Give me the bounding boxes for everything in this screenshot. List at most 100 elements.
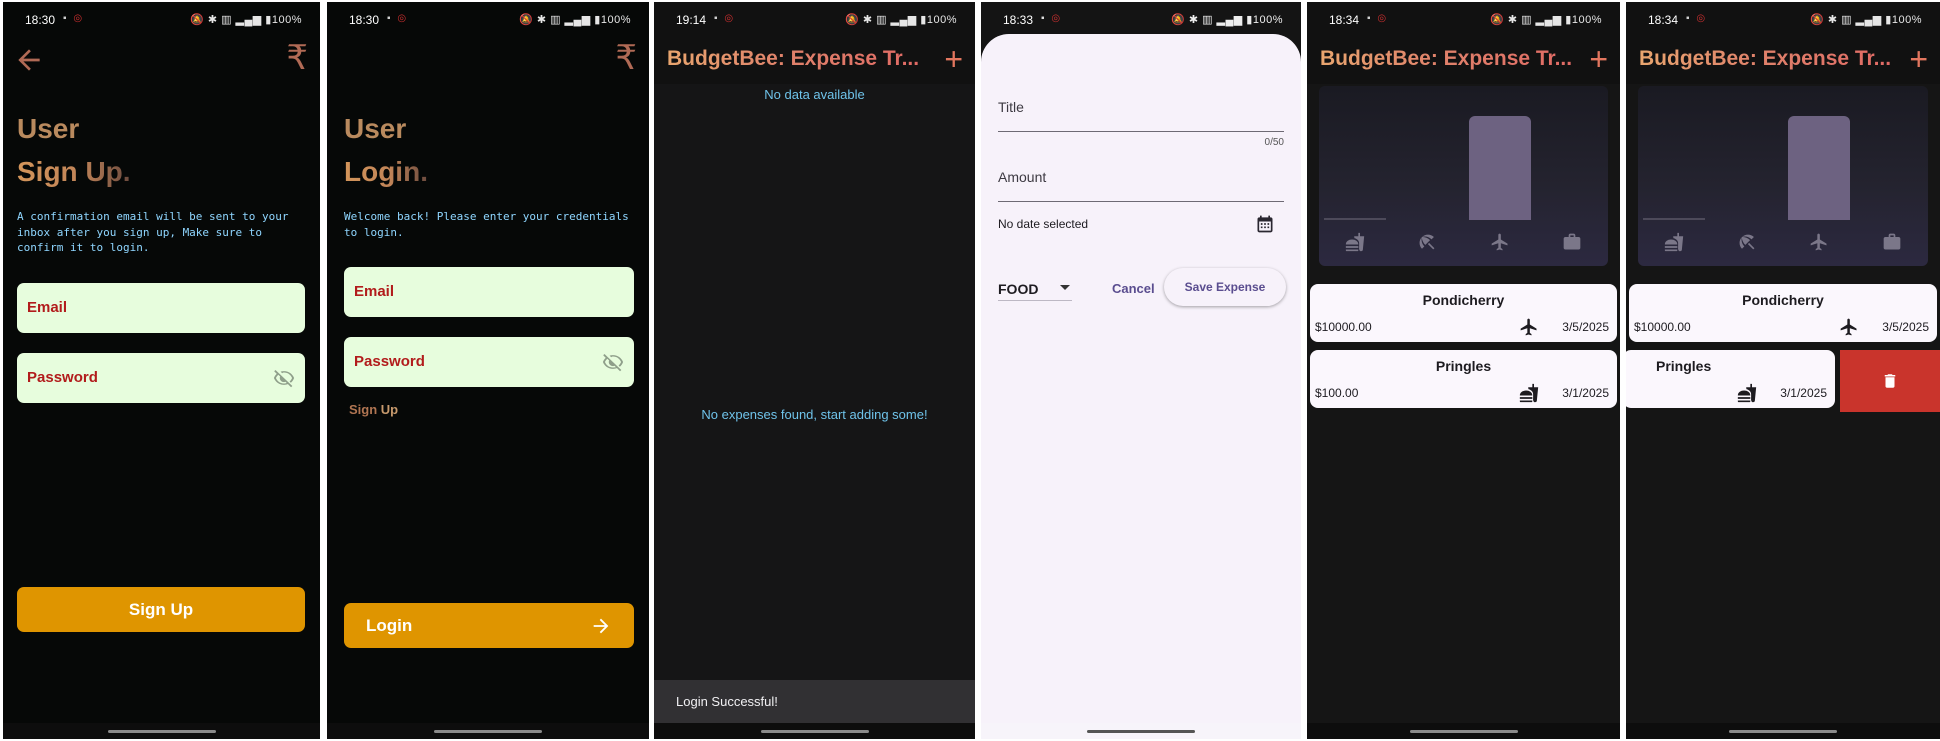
battery-level: 100%: [926, 14, 957, 26]
app-title: BudgetBee: Expense Tr...: [1320, 47, 1573, 70]
status-bar: 19:14 ▪ ◎ 🔕 ✱ ▥ ▂▄▆ ▮100%: [654, 2, 975, 38]
date-text: No date selected: [998, 217, 1089, 231]
screen-home-expenses: 18:34 ▪ ◎ 🔕 ✱ ▥ ▂▄▆ ▮100% BudgetBee: Exp…: [1307, 2, 1620, 739]
expense-chart: [1638, 86, 1928, 266]
expense-chart: [1319, 86, 1608, 266]
page-title-line2: Sign Up.: [17, 150, 131, 193]
status-time: 18:33: [1003, 13, 1034, 27]
signup-info-text: A confirmation email will be sent to you…: [17, 210, 289, 254]
password-label: Password: [27, 369, 98, 386]
add-expense-button[interactable]: +: [944, 43, 963, 75]
password-field[interactable]: Password: [344, 337, 634, 387]
expense-date: 3/5/2025: [1562, 320, 1609, 334]
amount-field-label: Amount: [998, 169, 1047, 185]
signup-link-part2: Up: [380, 402, 399, 417]
flight-icon: [1491, 233, 1508, 251]
battery-level: 100%: [600, 14, 631, 26]
email-label: Email: [354, 283, 395, 300]
title-input[interactable]: [998, 131, 1284, 132]
expense-title: Pringles: [1656, 358, 1712, 374]
status-bar: 18:34 ▪ ◎ 🔕 ✱ ▥ ▂▄▆ ▮100%: [1307, 2, 1620, 38]
status-bar: 18:33 ▪ ◎ 🔕 ✱ ▥ ▂▄▆ ▮100%: [981, 2, 1301, 38]
app-bar: BudgetBee: Expense Tr... +: [1626, 38, 1940, 84]
login-button-label: Login: [366, 616, 413, 635]
app-bar: BudgetBee: Expense Tr... +: [654, 38, 975, 84]
gesture-bar[interactable]: [1307, 723, 1620, 739]
add-expense-button[interactable]: +: [1589, 43, 1608, 75]
expense-amount: $10000.00: [1315, 320, 1372, 334]
expense-date: 3/1/2025: [1562, 386, 1609, 400]
screen-swipe-delete: 18:34 ▪ ◎ 🔕 ✱ ▥ ▂▄▆ ▮100% BudgetBee: Exp…: [1626, 2, 1940, 739]
delete-swipe-background[interactable]: [1840, 350, 1940, 412]
amount-input[interactable]: [998, 201, 1284, 202]
arrow-forward-icon: [593, 618, 609, 634]
back-arrow-icon[interactable]: [13, 44, 45, 76]
save-expense-button[interactable]: Save Expense: [1164, 268, 1286, 306]
battery-level: 100%: [1571, 14, 1602, 26]
category-dropdown[interactable]: FOOD: [998, 281, 1038, 297]
battery-level: 100%: [1891, 14, 1922, 26]
chart-bar-food: [1643, 218, 1706, 220]
screen-add-expense: 18:33 ▪ ◎ 🔕 ✱ ▥ ▂▄▆ ▮100% Title 0/50 Amo…: [981, 2, 1301, 739]
fastfood-icon: [1737, 383, 1757, 403]
chart-empty-message: No data available: [764, 87, 865, 102]
gesture-bar[interactable]: [654, 723, 975, 739]
email-field[interactable]: Email: [344, 267, 634, 317]
notification-icons: ▪ ◎: [1367, 13, 1389, 24]
page-title-line2: Login.: [344, 150, 428, 193]
page-title-line1: User: [344, 113, 407, 144]
eye-off-icon[interactable]: [273, 367, 295, 389]
chart-bar-food: [1324, 218, 1387, 220]
beach-icon: [1419, 234, 1435, 250]
add-expense-button[interactable]: +: [1909, 43, 1928, 75]
expense-card-swiped[interactable]: Pringles 3/1/2025: [1626, 350, 1835, 408]
flight-icon: [1840, 318, 1857, 336]
chevron-down-icon[interactable]: [1060, 285, 1070, 290]
password-label: Password: [354, 353, 425, 370]
title-field-label: Title: [998, 99, 1024, 115]
eye-off-icon[interactable]: [602, 351, 624, 373]
cancel-button[interactable]: Cancel: [1112, 281, 1155, 296]
expense-date: 3/1/2025: [1780, 386, 1827, 400]
rupee-icon: ₹: [615, 38, 637, 78]
expense-amount: $100.00: [1315, 386, 1359, 400]
expense-card[interactable]: Pondicherry $10000.00 3/5/2025: [1310, 284, 1617, 342]
delete-icon[interactable]: [1881, 372, 1899, 390]
email-label: Email: [27, 299, 68, 316]
status-right: 🔕 ✱ ▥ ▂▄▆ ▮100%: [1171, 14, 1283, 26]
expense-amount: $10000.00: [1634, 320, 1691, 334]
signup-link[interactable]: Sign Up: [349, 402, 398, 417]
flight-icon: [1520, 318, 1537, 336]
login-button[interactable]: Login: [344, 603, 634, 648]
app-title: BudgetBee: Expense Tr...: [1639, 47, 1892, 70]
gesture-bar[interactable]: [1626, 723, 1940, 739]
expense-card[interactable]: Pondicherry $10000.00 3/5/2025: [1629, 284, 1937, 342]
category-underline: [998, 300, 1072, 301]
fastfood-icon: [1519, 383, 1539, 403]
rupee-icon: ₹: [286, 38, 308, 78]
gesture-bar[interactable]: [3, 723, 320, 739]
login-info-text: Welcome back! Please enter your credenti…: [344, 210, 629, 239]
status-bar: 18:34 ▪ ◎ 🔕 ✱ ▥ ▂▄▆ ▮100%: [1626, 2, 1940, 38]
snackbar-text: Login Successful!: [676, 694, 778, 709]
signup-button-label: Sign Up: [128, 600, 194, 619]
screen-home-empty: 19:14 ▪ ◎ 🔕 ✱ ▥ ▂▄▆ ▮100% BudgetBee: Exp…: [654, 2, 975, 739]
notification-icons: ▪ ◎: [714, 13, 736, 24]
status-right: 🔕 ✱ ▥ ▂▄▆ ▮100%: [845, 14, 957, 26]
password-field[interactable]: Password: [17, 353, 305, 403]
signup-button[interactable]: Sign Up: [17, 587, 305, 632]
status-time: 18:30: [349, 13, 380, 27]
screen-signup: 18:30 ▪ ◎ 🔕 ✱ ▥ ▂▄▆ ▮100% ₹ User Sign Up…: [3, 2, 320, 739]
fastfood-icon: [1345, 232, 1365, 252]
expense-title: Pondicherry: [1422, 292, 1505, 308]
email-field[interactable]: Email: [17, 283, 305, 333]
status-time: 18:34: [1648, 13, 1679, 27]
gesture-bar[interactable]: [981, 723, 1301, 739]
expense-card[interactable]: Pringles $100.00 3/1/2025: [1310, 350, 1617, 408]
gesture-bar[interactable]: [327, 723, 649, 739]
status-bar: 18:30 ▪ ◎ 🔕 ✱ ▥ ▂▄▆ ▮100%: [327, 2, 649, 38]
calendar-icon[interactable]: [1255, 214, 1275, 234]
status-bar: 18:30 ▪ ◎ 🔕 ✱ ▥ ▂▄▆ ▮100%: [3, 2, 320, 38]
status-time: 18:34: [1329, 13, 1360, 27]
snackbar: Login Successful!: [654, 680, 975, 723]
